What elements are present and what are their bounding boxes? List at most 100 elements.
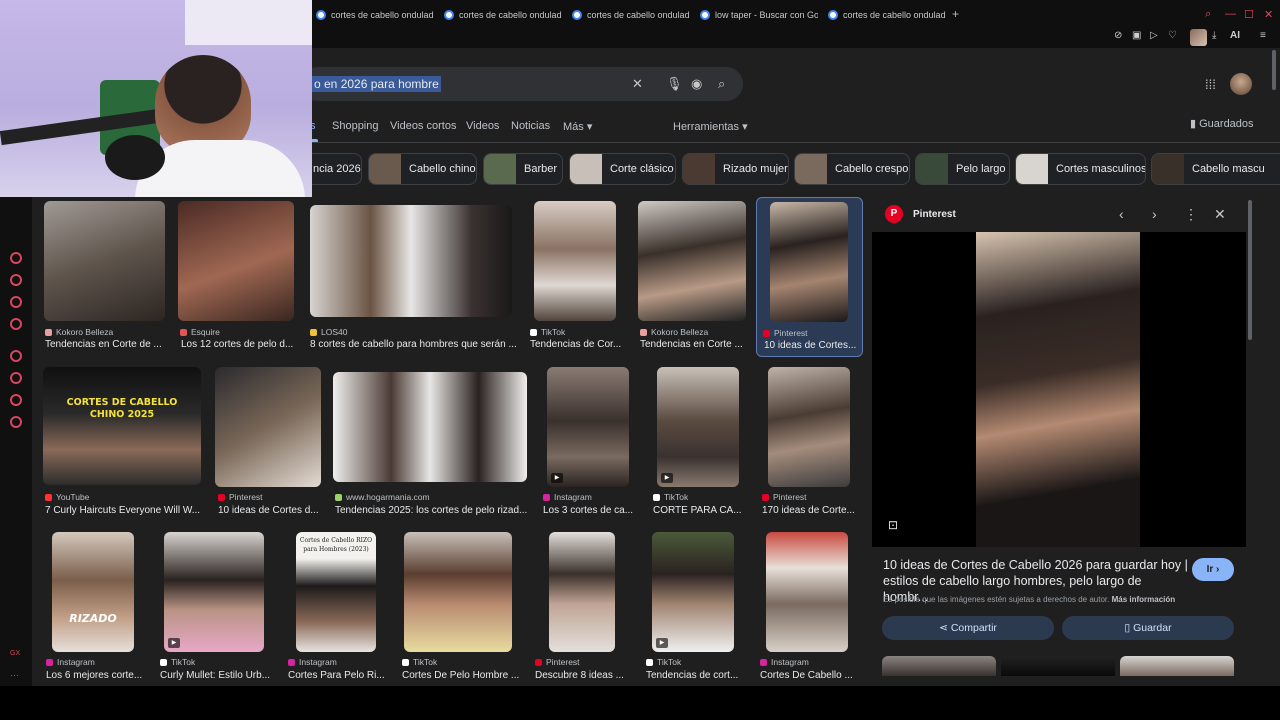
image-result[interactable]: www.hogarmania.com Tendencias 2025: los … xyxy=(333,367,531,519)
dock-icon[interactable] xyxy=(10,416,22,428)
image-result[interactable]: Pinterest Descubre 8 ideas ... xyxy=(533,532,633,684)
close-window-icon[interactable]: ✕ xyxy=(1264,8,1273,21)
result-title[interactable]: Los 6 mejores corte... xyxy=(46,670,150,681)
dock-icon[interactable] xyxy=(10,350,22,362)
result-title[interactable]: 170 ideas de Corte... xyxy=(762,505,858,516)
image-result[interactable]: Pinterest 170 ideas de Corte... xyxy=(760,367,860,519)
lens-icon[interactable]: ◉ xyxy=(691,76,702,92)
browser-tab[interactable]: cortes de cabello ondulad xyxy=(828,6,946,24)
heart-icon[interactable]: ♡ xyxy=(1168,30,1177,41)
more-icon[interactable]: ··· xyxy=(10,670,19,680)
image-result[interactable]: LOS40 8 cortes de cabello para hombres q… xyxy=(308,201,520,353)
dock-icon[interactable] xyxy=(10,394,22,406)
image-result[interactable]: ▶ Instagram Los 3 cortes de ca... xyxy=(541,367,637,519)
image-result[interactable]: RIZADO Instagram Los 6 mejores corte... xyxy=(44,532,150,684)
page-scrollbar[interactable] xyxy=(1272,50,1276,90)
result-title[interactable]: CORTE PARA CA... xyxy=(653,505,745,516)
image-result[interactable]: CORTES DE CABELLO CHINO 2025 YouTube 7 C… xyxy=(43,367,203,519)
chip[interactable]: Cabello mascu xyxy=(1151,153,1280,185)
tab-short-videos[interactable]: Videos cortos xyxy=(390,120,456,132)
dock-icon[interactable] xyxy=(10,274,22,286)
image-result[interactable]: Kokoro Belleza Tendencias en Corte de ..… xyxy=(43,201,166,353)
share-button[interactable]: ⋖ Compartir xyxy=(882,616,1054,640)
menu-icon[interactable]: ≡ xyxy=(1260,30,1266,41)
ai-button[interactable]: AI xyxy=(1230,30,1240,41)
chip[interactable]: Pelo largo xyxy=(915,153,1010,185)
lens-icon[interactable]: ⊡ xyxy=(888,518,898,532)
clear-icon[interactable]: ✕ xyxy=(632,76,643,92)
close-icon[interactable]: ✕ xyxy=(1214,206,1226,223)
browser-tab[interactable]: cortes de cabello ondulad xyxy=(572,6,690,24)
result-title[interactable]: 8 cortes de cabello para hombres que ser… xyxy=(310,339,518,350)
result-title[interactable]: Los 12 cortes de pelo d... xyxy=(181,339,295,350)
result-title[interactable]: Tendencias de Cor... xyxy=(530,339,622,350)
result-title[interactable]: Tendencias en Corte ... xyxy=(640,339,744,350)
new-tab-button[interactable]: + xyxy=(952,8,964,20)
result-title[interactable]: Tendencias en Corte de ... xyxy=(45,339,166,350)
dock-icon[interactable] xyxy=(10,372,22,384)
related-image[interactable] xyxy=(882,656,996,676)
result-title[interactable]: Curly Mullet: Estilo Urb... xyxy=(160,670,278,681)
image-result[interactable]: Esquire Los 12 cortes de pelo d... xyxy=(176,201,296,353)
browser-tab[interactable]: cortes de cabello ondulad xyxy=(316,6,434,24)
result-title[interactable]: 7 Curly Haircuts Everyone Will W... xyxy=(45,505,201,516)
search-query[interactable]: o en 2026 para hombre xyxy=(312,76,441,92)
browser-tab[interactable]: cortes de cabello ondulad xyxy=(444,6,562,24)
related-image[interactable] xyxy=(1001,656,1115,676)
image-result[interactable]: ▶ TikTok Tendencias de cort... xyxy=(644,532,744,684)
snapshot-icon[interactable]: ▣ xyxy=(1132,30,1141,41)
panel-scrollbar[interactable] xyxy=(1248,200,1252,340)
pin-icon[interactable]: ⊘ xyxy=(1114,30,1122,41)
search-icon[interactable]: ⌕ xyxy=(718,76,725,92)
chip[interactable]: Barber xyxy=(483,153,563,185)
download-icon[interactable]: ⤓ xyxy=(1212,30,1216,41)
browser-tab[interactable]: low taper - Buscar con Go xyxy=(700,6,818,24)
image-result[interactable]: ▶ TikTok Curly Mullet: Estilo Urb... xyxy=(158,532,278,684)
dock-icon[interactable] xyxy=(10,252,22,264)
image-result[interactable]: Kokoro Belleza Tendencias en Corte ... xyxy=(636,201,748,353)
dock-icon[interactable] xyxy=(10,318,22,330)
result-title[interactable]: 10 ideas de Cortes d... xyxy=(218,505,322,516)
dock-icon[interactable] xyxy=(10,296,22,308)
chip[interactable]: Rizado mujer xyxy=(682,153,789,185)
panel-source[interactable]: Pinterest xyxy=(913,209,956,220)
chevron-left-icon[interactable]: ‹ xyxy=(1119,206,1124,222)
result-title[interactable]: Los 3 cortes de ca... xyxy=(543,505,635,516)
search-tabs-icon[interactable]: ⌕ xyxy=(1205,8,1211,21)
minimize-icon[interactable]: — xyxy=(1225,8,1236,20)
result-title[interactable]: Descubre 8 ideas ... xyxy=(535,670,631,681)
tab-more[interactable]: Más ▾ xyxy=(563,120,592,133)
result-title[interactable]: Cortes De Pelo Hombre ... xyxy=(402,670,520,681)
more-info-link[interactable]: Más información xyxy=(1112,595,1176,604)
image-result[interactable]: ▶ TikTok CORTE PARA CA... xyxy=(651,367,747,519)
microphone-icon[interactable]: 🎙 xyxy=(666,76,683,92)
chip[interactable]: Corte clásico xyxy=(569,153,676,185)
saved-link[interactable]: ▮ Guardados xyxy=(1190,117,1254,130)
tools-menu[interactable]: Herramientas ▾ xyxy=(673,120,748,133)
image-result[interactable]: Instagram Cortes De Cabello ... xyxy=(758,532,858,684)
preview-image[interactable]: ⊡ xyxy=(872,232,1246,547)
result-title[interactable]: Cortes De Cabello ... xyxy=(760,670,856,681)
image-result[interactable]: TikTok Cortes De Pelo Hombre ... xyxy=(400,532,520,684)
play-icon[interactable]: ▷ xyxy=(1150,30,1158,41)
maximize-icon[interactable]: ☐ xyxy=(1244,8,1254,21)
chevron-right-icon[interactable]: › xyxy=(1152,206,1157,222)
tab-shopping[interactable]: Shopping xyxy=(332,120,379,132)
image-result[interactable]: Pinterest 10 ideas de Cortes d... xyxy=(213,367,323,519)
image-result[interactable]: Cortes de Cabello RIZO para Hombres (202… xyxy=(286,532,386,684)
related-image[interactable] xyxy=(1120,656,1234,676)
profile-avatar[interactable] xyxy=(1190,29,1207,46)
more-vert-icon[interactable]: ⋮ xyxy=(1184,206,1198,223)
chip[interactable]: Cabello crespo xyxy=(794,153,910,185)
apps-grid-icon[interactable]: ⁞⁞⁞ xyxy=(1205,77,1216,92)
image-result[interactable]: TikTok Tendencias de Cor... xyxy=(528,201,628,353)
result-title[interactable]: 10 ideas de Cortes... xyxy=(764,340,858,351)
chip[interactable]: Cabello chino xyxy=(368,153,477,185)
result-title[interactable]: Cortes Para Pelo Ri... xyxy=(288,670,386,681)
tab-videos[interactable]: Videos xyxy=(466,120,499,132)
image-result-selected[interactable]: Pinterest 10 ideas de Cortes... xyxy=(756,197,863,357)
result-title[interactable]: Tendencias de cort... xyxy=(646,670,742,681)
chip[interactable]: Cortes masculinos xyxy=(1015,153,1146,185)
google-account-avatar[interactable] xyxy=(1230,73,1252,95)
save-button[interactable]: ▯ Guardar xyxy=(1062,616,1234,640)
